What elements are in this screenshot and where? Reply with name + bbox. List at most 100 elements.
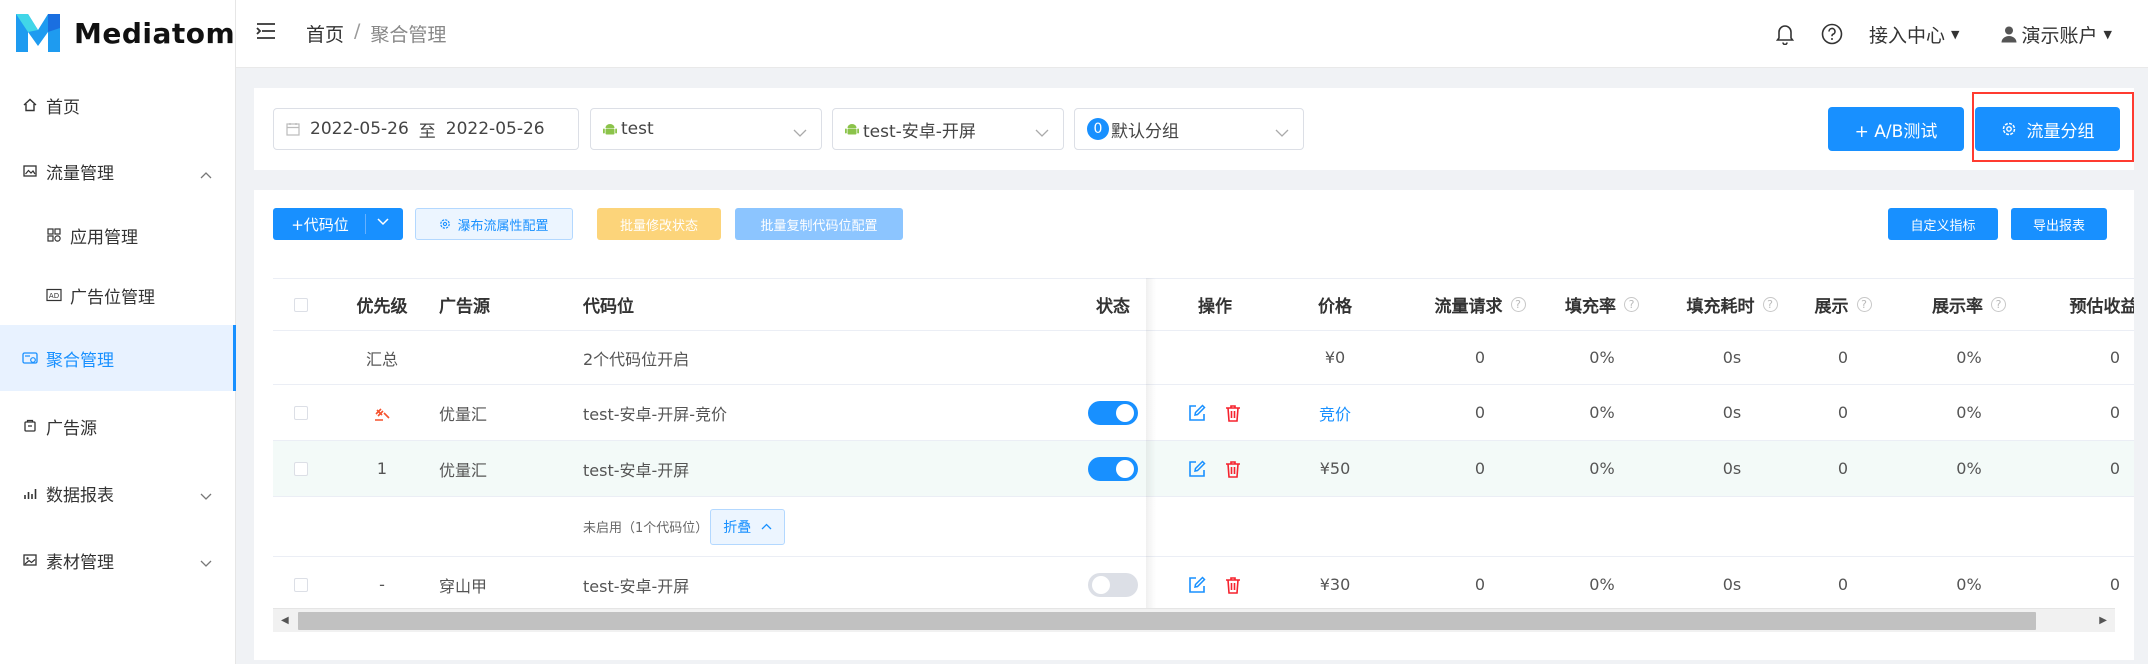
status-toggle[interactable]	[1088, 400, 1138, 425]
add-code-slot-button[interactable]: +代码位	[273, 208, 403, 240]
sidebar-item-aggregation[interactable]: 聚合管理	[0, 325, 236, 391]
chevron-up-icon	[200, 164, 212, 184]
edit-icon[interactable]	[1187, 403, 1207, 423]
cell-status	[1083, 441, 1143, 496]
breadcrumb-home[interactable]: 首页	[306, 20, 344, 47]
sidebar-item-label: 应用管理	[70, 227, 138, 248]
table-row: 优量汇test-安卓-开屏-竞价竞价00%0s00%000	[273, 385, 2134, 441]
group-select-value: 默认分组	[1111, 121, 1179, 142]
col-code[interactable]: 代码位	[583, 279, 634, 330]
cell-imp-rate: 0%	[1956, 403, 1982, 422]
help-icon[interactable]: ?	[1762, 297, 1778, 312]
batch-copy-button[interactable]: 批量复制代码位配置	[735, 208, 903, 240]
help-icon[interactable]	[1821, 23, 1843, 45]
access-center-label: 接入中心	[1869, 24, 1946, 47]
summary-code-count: 2个代码位开启	[583, 349, 690, 369]
sidebar-item-traffic[interactable]: 流量管理	[0, 138, 236, 204]
row-checkbox[interactable]	[294, 461, 308, 476]
chevron-down-icon	[793, 123, 807, 143]
column-label: 预估收益	[2069, 297, 2135, 317]
col-est[interactable]: 预估收益?	[2039, 279, 2135, 330]
app-select[interactable]: test	[590, 108, 822, 150]
chevron-down-icon	[1035, 123, 1049, 143]
col-imp-rate[interactable]: 展示率?	[1899, 279, 2039, 330]
cell-time: 0s	[1722, 575, 1742, 594]
col-req[interactable]: 流量请求?	[1415, 279, 1545, 330]
date-range-picker[interactable]: 2022-05-26 至 2022-05-26	[273, 108, 579, 150]
scroll-left-icon[interactable]: ◀	[281, 615, 289, 626]
chart-icon	[22, 485, 38, 501]
status-toggle[interactable]	[1088, 456, 1138, 481]
col-status[interactable]: 状态	[1083, 279, 1143, 330]
custom-metrics-button[interactable]: 自定义指标	[1888, 208, 1998, 240]
row-checkbox[interactable]	[294, 577, 308, 592]
breadcrumb-separator: /	[354, 20, 361, 42]
export-label: 导出报表	[2032, 218, 2085, 234]
logo[interactable]: Mediatom	[14, 12, 235, 54]
cell-req: 0	[1474, 348, 1486, 367]
col-actions: 操作	[1198, 297, 1232, 317]
batch-status-button[interactable]: 批量修改状态	[597, 208, 721, 240]
batch-status-label: 批量修改状态	[619, 218, 698, 234]
delete-icon[interactable]	[1223, 403, 1243, 423]
col-time[interactable]: 填充耗时?	[1667, 279, 1797, 330]
sidebar-item-home[interactable]: 首页	[0, 72, 236, 138]
scroll-right-icon[interactable]: ▶	[2099, 615, 2107, 626]
cell-est: 0	[2109, 348, 2121, 367]
column-label: 展示率	[1932, 297, 1983, 317]
horizontal-scrollbar[interactable]: ◀ ▶	[273, 608, 2115, 632]
account-menu[interactable]: 演示账户 ▼	[2000, 21, 2112, 48]
col-price[interactable]: 价格	[1305, 279, 1365, 330]
column-label: 展示	[1814, 297, 1849, 317]
fixed-column-shadow	[1146, 278, 1156, 608]
row-checkbox-cell	[273, 557, 329, 608]
cell-price[interactable]: 竞价	[1305, 385, 1365, 440]
sidebar-item-adslot-management[interactable]: AD 广告位管理	[0, 262, 236, 328]
code-slot-table: 优先级 广告源 代码位 状态 操作 价格 流量请求? 填充率? 填充耗时? 展示? 展示…	[273, 278, 2134, 608]
col-imp[interactable]: 展示?	[1799, 279, 1887, 330]
delete-icon[interactable]	[1223, 459, 1243, 479]
waterfall-config-button[interactable]: 瀑布流属性配置	[415, 208, 573, 240]
column-label: 流量请求	[1434, 297, 1503, 317]
export-report-button[interactable]: 导出报表	[2011, 208, 2107, 240]
sidebar-item-ad-source[interactable]: 广告源	[0, 393, 236, 459]
cell-req: 0	[1474, 575, 1486, 594]
status-toggle[interactable]	[1088, 572, 1138, 597]
col-priority[interactable]: 优先级	[329, 279, 435, 330]
bell-icon[interactable]	[1775, 23, 1795, 45]
sidebar-item-materials[interactable]: 素材管理	[0, 527, 236, 593]
scrollbar-thumb[interactable]	[298, 612, 2036, 630]
cell-imp-rate: 0%	[1956, 348, 1982, 367]
fold-label: 折叠	[723, 519, 752, 536]
col-source[interactable]: 广告源	[439, 279, 490, 330]
ab-test-label: + A/B测试	[1854, 121, 1938, 142]
top-header: 首页 / 聚合管理 接入中心 ▼ 演示账户 ▼	[236, 0, 2148, 68]
help-icon[interactable]: ?	[1856, 297, 1872, 312]
col-fill[interactable]: 填充率?	[1547, 279, 1657, 330]
chevron-down-icon[interactable]	[377, 218, 389, 226]
ad-icon: AD	[46, 287, 62, 303]
chevron-down-icon	[200, 486, 212, 506]
sidebar-item-app-management[interactable]: 应用管理	[0, 202, 236, 268]
edit-icon[interactable]	[1187, 459, 1207, 479]
select-all-checkbox[interactable]	[294, 297, 308, 312]
edit-icon[interactable]	[1187, 575, 1207, 595]
sidebar-item-label: 广告源	[46, 418, 97, 439]
ab-test-button[interactable]: + A/B测试	[1828, 107, 1964, 151]
help-icon[interactable]: ?	[1510, 297, 1526, 312]
sidebar-item-label: 流量管理	[46, 163, 114, 184]
header-actions: 接入中心 ▼ 演示账户 ▼	[1775, 0, 2148, 68]
sidebar-item-data-report[interactable]: 数据报表	[0, 460, 236, 526]
group-select[interactable]: 0 默认分组	[1074, 108, 1304, 150]
toggle-knob	[1092, 575, 1110, 594]
cell-actions	[1185, 385, 1245, 440]
placement-select[interactable]: test-安卓-开屏	[832, 108, 1064, 150]
fold-button[interactable]: 折叠	[710, 508, 786, 545]
caret-down-icon: ▼	[2103, 27, 2112, 41]
menu-toggle-icon[interactable]	[256, 22, 276, 44]
delete-icon[interactable]	[1223, 575, 1243, 595]
help-icon[interactable]: ?	[1991, 297, 2006, 312]
help-icon[interactable]: ?	[1624, 297, 1639, 312]
access-center-menu[interactable]: 接入中心 ▼	[1869, 21, 1959, 48]
row-checkbox[interactable]	[294, 405, 308, 420]
